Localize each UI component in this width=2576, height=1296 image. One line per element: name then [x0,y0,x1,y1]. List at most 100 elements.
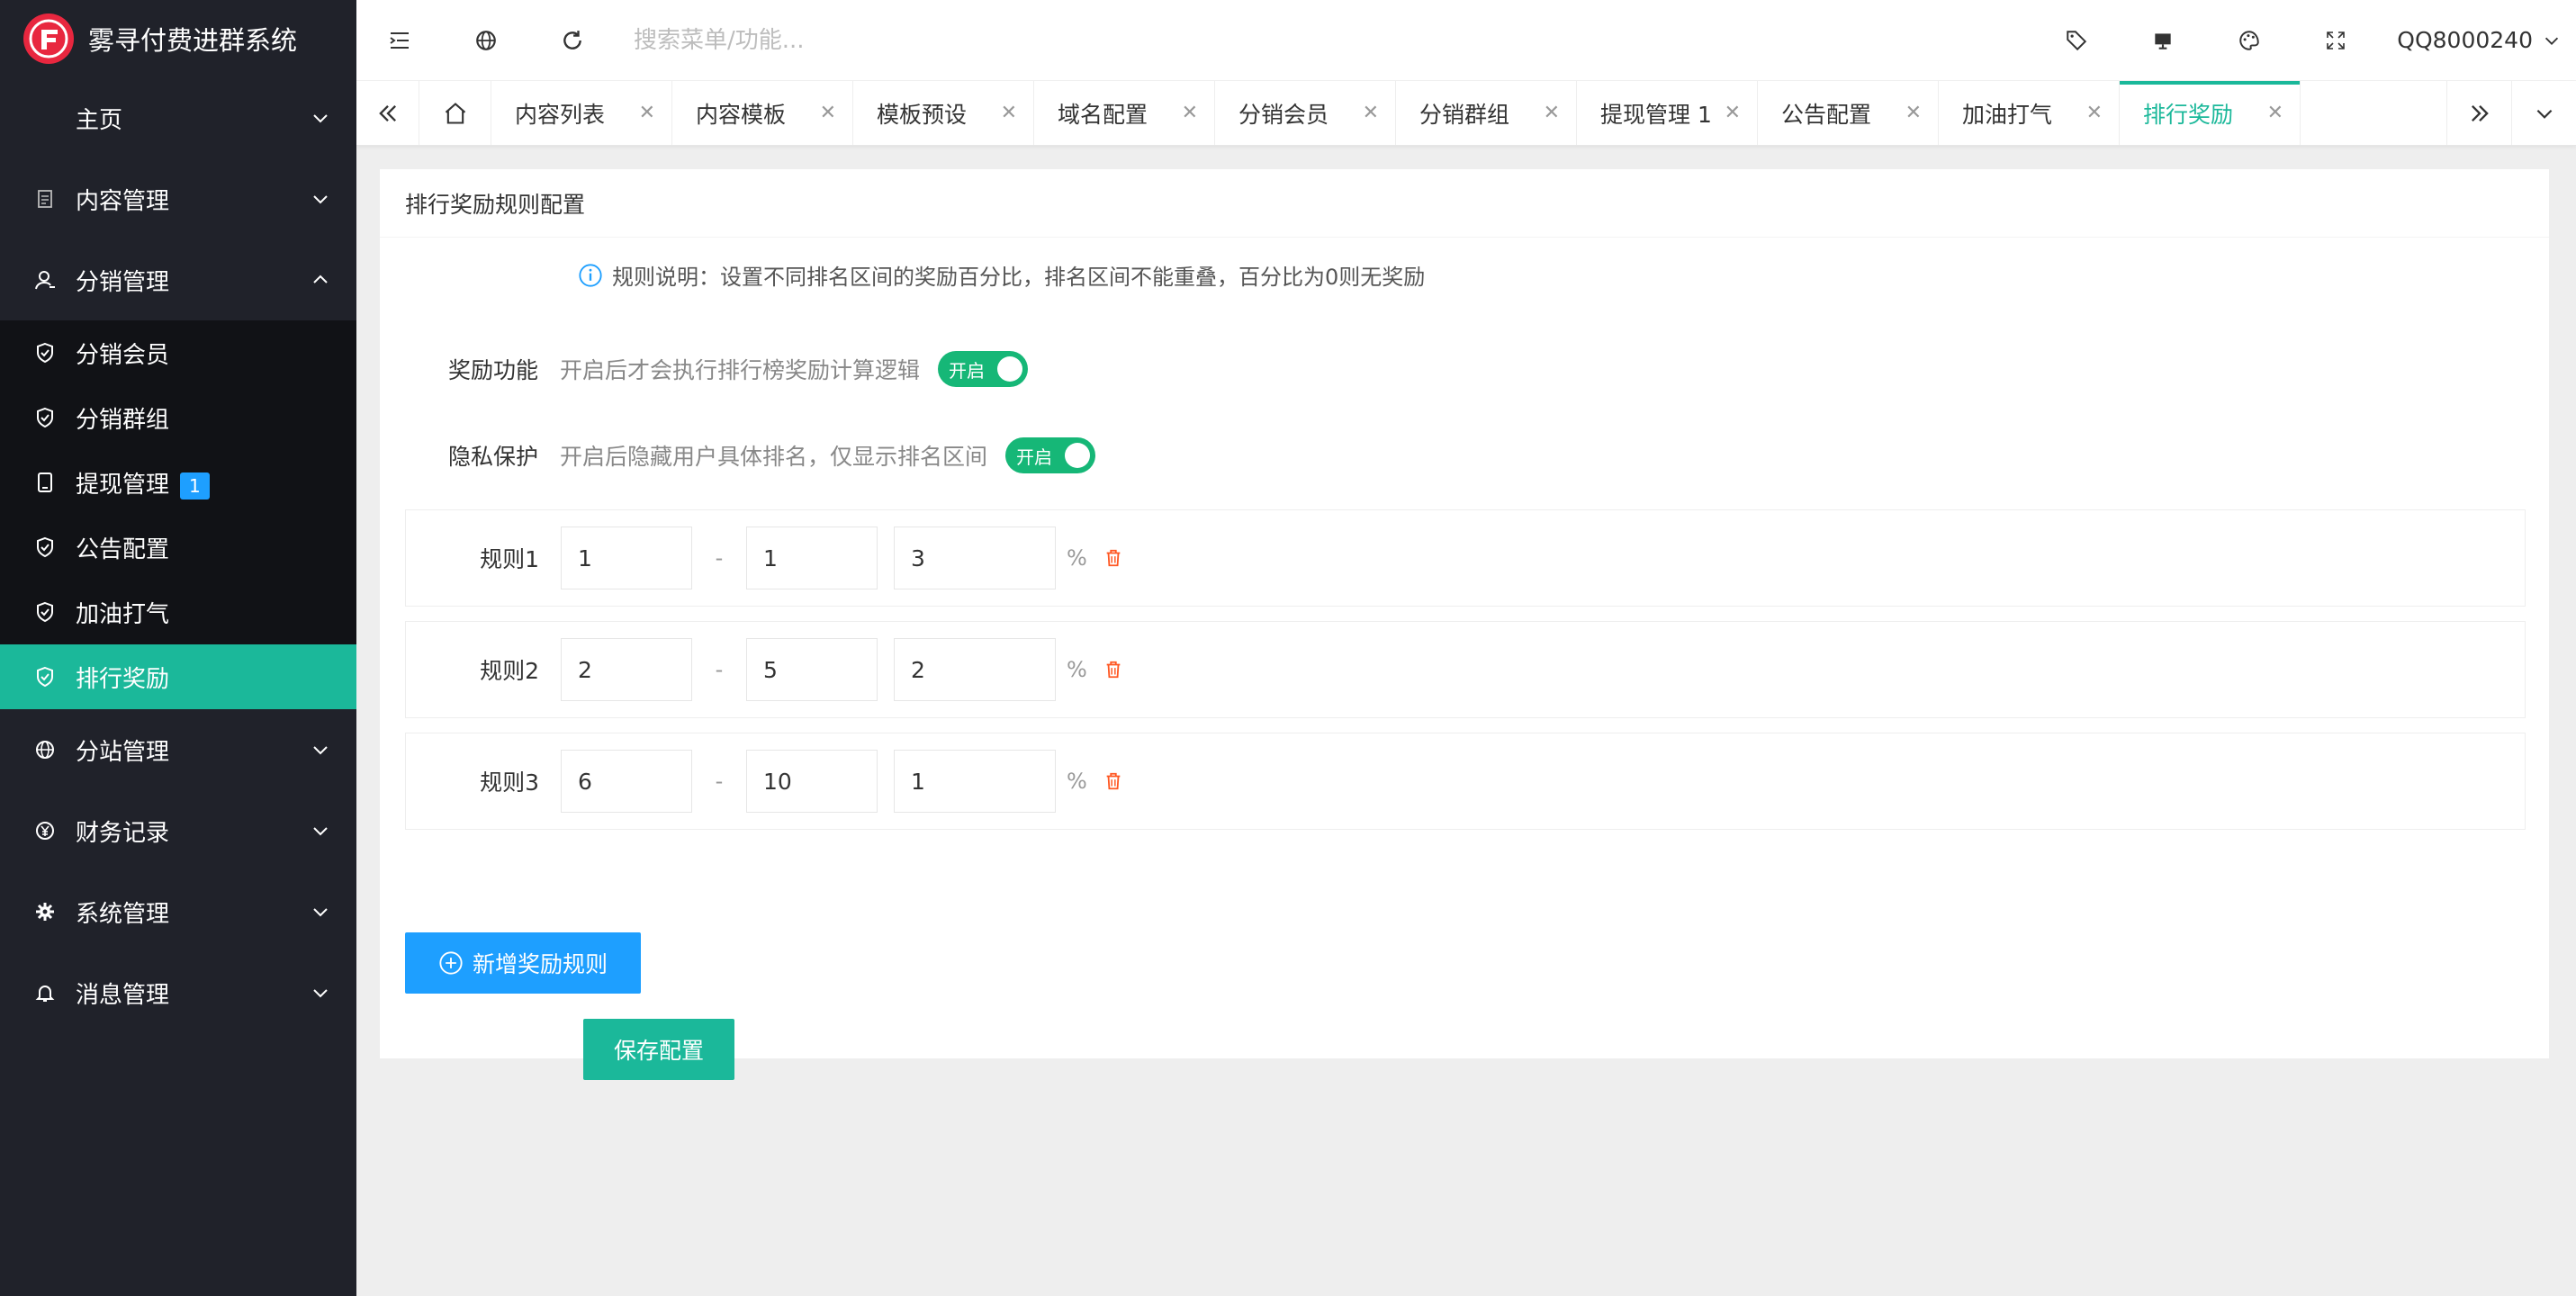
rule-label: 规则3 [480,770,539,796]
tab-menu-button[interactable] [2511,81,2576,145]
trash-icon [1106,661,1121,679]
user-menu[interactable]: QQ8000240 [2379,0,2576,81]
sidebar: 雾寻付费进群系统 主页 内容管理 分销管理 分销会员 分销群组 提现管理 1 公… [0,0,356,1296]
sidebar-item-finance[interactable]: 财务记录 [0,790,356,871]
rule-label: 规则1 [480,546,539,572]
tip-text: 规则说明：设置不同排名区间的奖励百分比，排名区间不能重叠，百分比为0则无奖励 [612,265,1426,290]
theme-button[interactable] [2206,0,2292,81]
sidebar-item-distribution[interactable]: 分销管理 [0,239,356,320]
reward-toggle[interactable]: 开启 [938,351,1029,387]
top-bar: QQ8000240 [356,0,2576,81]
chevron-up-icon [313,274,328,284]
sidebar-nav: 主页 内容管理 分销管理 [0,77,356,320]
tab-label: 提现管理 1 [1600,101,1712,128]
rank-to-input[interactable] [746,638,878,701]
sidebar-item-label: 排行奖励 [76,665,170,693]
delete-rule-button[interactable] [1103,771,1123,791]
double-chevron-right-icon [2471,104,2489,122]
tab-label: 模板预设 [877,101,968,128]
sidebar-item-label: 财务记录 [76,819,170,847]
close-icon[interactable]: ✕ [1001,102,1017,124]
website-button[interactable] [443,0,529,81]
close-icon[interactable]: ✕ [1905,102,1922,124]
percent-input[interactable] [894,750,1056,813]
close-icon[interactable]: ✕ [820,102,836,124]
sidebar-item-notice[interactable]: 公告配置 [0,515,356,580]
document-icon [32,186,58,212]
delete-rule-button[interactable] [1103,660,1123,680]
rank-from-input[interactable] [561,526,692,590]
percent-sign: % [1067,769,1087,794]
user-icon [32,267,58,292]
sidebar-item-dist-groups[interactable]: 分销群组 [0,385,356,450]
tab-label: 排行奖励 [2143,101,2234,128]
close-icon[interactable]: ✕ [639,102,655,124]
username: QQ8000240 [2397,27,2533,53]
sidebar-item-label: 内容管理 [76,187,170,215]
tag-button[interactable] [2033,0,2120,81]
rank-from-input[interactable] [561,638,692,701]
rank-from-input[interactable] [561,750,692,813]
toggle-knob [1065,443,1091,468]
app-logo-area[interactable]: 雾寻付费进群系统 [0,0,356,77]
sidebar-item-system[interactable]: 系统管理 [0,871,356,952]
sidebar-item-label: 消息管理 [76,981,170,1009]
tab-domain-config[interactable]: 域名配置 ✕ [1034,81,1215,145]
gear-icon [32,899,58,924]
tab-template-preset[interactable]: 模板预设 ✕ [853,81,1034,145]
rank-to-input[interactable] [746,526,878,590]
palette-icon [2239,30,2260,50]
reward-desc: 开启后才会执行排行榜奖励计算逻辑 [560,357,921,383]
tab-notice-config[interactable]: 公告配置 ✕ [1758,81,1939,145]
sidebar-item-ranking-reward[interactable]: 排行奖励 [0,644,356,709]
info-icon [579,263,602,287]
menu-toggle-button[interactable] [356,0,443,81]
percent-input[interactable] [894,526,1056,590]
tab-label: 分销会员 [1238,101,1329,128]
monitor-icon [2155,32,2171,50]
close-icon[interactable]: ✕ [1544,102,1560,124]
save-config-button[interactable]: 保存配置 [583,1019,734,1080]
search-input[interactable] [634,26,1174,54]
sidebar-item-dist-members[interactable]: 分销会员 [0,320,356,385]
sidebar-item-label: 分销群组 [76,406,170,434]
globe-icon [32,737,58,762]
tab-withdraw[interactable]: 提现管理 1 ✕ [1577,81,1758,145]
tab-label: 内容模板 [696,101,787,128]
tab-list: 内容列表 ✕ 内容模板 ✕ 模板预设 ✕ 域名配置 ✕ 分销会员 ✕ 分销群组 ✕ 提现管理… [491,81,2446,145]
tab-ranking-reward[interactable]: 排行奖励 ✕ [2120,81,2301,145]
rule-row-1: 规则1 - % [405,509,2526,607]
tab-cheer[interactable]: 加油打气 ✕ [1939,81,2120,145]
tab-content-template[interactable]: 内容模板 ✕ [672,81,853,145]
sidebar-item-messages[interactable]: 消息管理 [0,952,356,1033]
close-icon[interactable]: ✕ [2086,102,2103,124]
tab-dist-members[interactable]: 分销会员 ✕ [1215,81,1396,145]
delete-rule-button[interactable] [1103,548,1123,568]
rank-to-input[interactable] [746,750,878,813]
close-icon[interactable]: ✕ [1725,102,1741,124]
reward-switch-row: 奖励功能 开启后才会执行排行榜奖励计算逻辑 开启 [405,351,1029,387]
sidebar-item-cheer[interactable]: 加油打气 [0,580,356,644]
privacy-toggle[interactable]: 开启 [1005,437,1096,473]
sidebar-item-home[interactable]: 主页 [0,77,356,158]
sidebar-item-withdraw[interactable]: 提现管理 1 [0,450,356,515]
close-icon[interactable]: ✕ [2267,102,2283,124]
tab-label: 内容列表 [515,101,606,128]
tab-content-list[interactable]: 内容列表 ✕ [491,81,672,145]
sidebar-item-label: 分销会员 [76,341,170,369]
globe-icon [476,30,496,50]
tab-scroll-left-button[interactable] [356,81,419,145]
fullscreen-button[interactable] [2292,0,2379,81]
monitor-button[interactable] [2120,0,2206,81]
close-icon[interactable]: ✕ [1363,102,1379,124]
add-rule-button[interactable]: 新增奖励规则 [405,932,641,994]
tab-scroll-right-button[interactable] [2446,81,2511,145]
percent-input[interactable] [894,638,1056,701]
sidebar-item-content[interactable]: 内容管理 [0,158,356,239]
sidebar-item-substation[interactable]: 分站管理 [0,709,356,790]
tab-home[interactable] [419,81,491,145]
refresh-button[interactable] [529,0,616,81]
privacy-desc: 开启后隐藏用户具体排名，仅显示排名区间 [560,444,988,470]
close-icon[interactable]: ✕ [1182,102,1198,124]
tab-dist-groups[interactable]: 分销群组 ✕ [1396,81,1577,145]
